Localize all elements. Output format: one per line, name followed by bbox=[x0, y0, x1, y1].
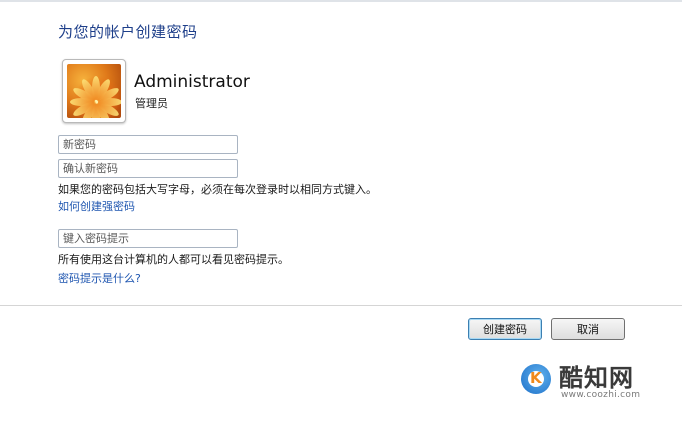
confirm-password-field[interactable] bbox=[58, 159, 238, 178]
top-border bbox=[0, 0, 682, 2]
watermark-brand: 酷知网 bbox=[559, 364, 634, 392]
user-name: Administrator bbox=[134, 72, 250, 92]
divider bbox=[0, 305, 682, 306]
new-password-field[interactable] bbox=[58, 135, 238, 154]
hint-help-link[interactable]: 密码提示是什么? bbox=[58, 270, 141, 286]
logo-letter: K bbox=[530, 369, 542, 387]
watermark: K 酷知网 www.coozhi.com bbox=[521, 356, 671, 406]
watermark-url: www.coozhi.com bbox=[561, 390, 641, 400]
coozhi-logo-icon: K bbox=[521, 364, 551, 394]
create-password-button[interactable]: 创建密码 bbox=[468, 318, 542, 340]
page-title: 为您的帐户创建密码 bbox=[58, 23, 198, 41]
avatar bbox=[62, 59, 126, 123]
flower-avatar-icon bbox=[67, 64, 121, 118]
caps-note: 如果您的密码包括大写字母，必须在每次登录时以相同方式键入。 bbox=[58, 183, 377, 196]
password-hint-field[interactable] bbox=[58, 229, 238, 248]
hint-note: 所有使用这台计算机的人都可以看见密码提示。 bbox=[58, 253, 289, 266]
strong-password-link[interactable]: 如何创建强密码 bbox=[58, 198, 135, 214]
user-role: 管理员 bbox=[135, 97, 168, 110]
cancel-button[interactable]: 取消 bbox=[551, 318, 625, 340]
